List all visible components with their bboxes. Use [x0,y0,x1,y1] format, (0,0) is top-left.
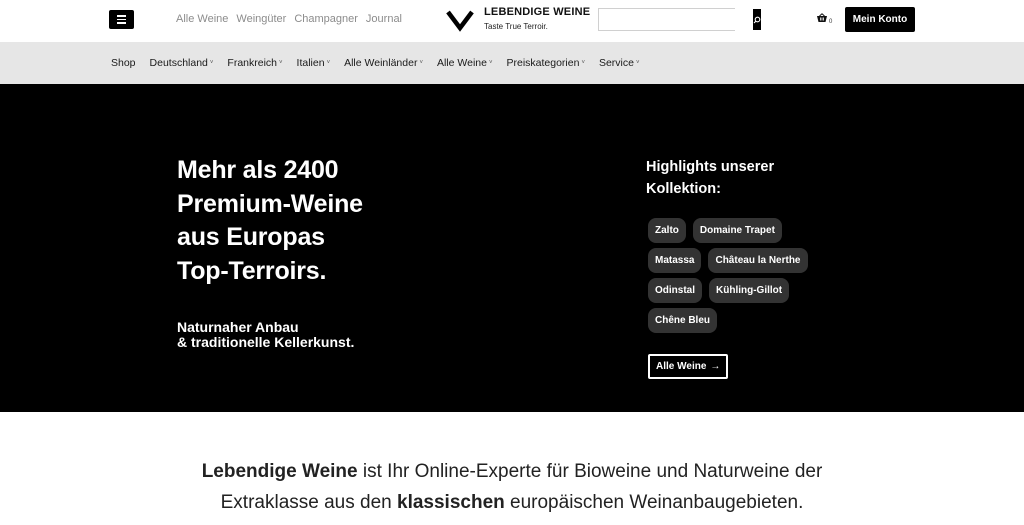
hamburger-icon-line [117,15,126,17]
chevron-down-icon: ˅ [209,60,214,66]
top-header: Alle Weine Weingüter Champagner Journal … [0,0,1024,42]
chevron-down-icon: ˅ [326,60,331,66]
chevron-down-icon: ˅ [419,60,423,66]
intro-text-part: europäischen Weinanbaugebieten. [504,492,804,513]
logo-text: LEBENDIGE WEINE Taste True Terroir. [484,5,590,31]
highlight-chip[interactable]: Château la Nerthe [708,248,808,273]
intro-line-1: Lebendige Weine ist Ihr Online-Experte f… [0,456,1024,487]
highlight-chip[interactable]: Domaine Trapet [692,218,782,243]
nav-item[interactable]: Alle Weine ˅ [437,57,493,69]
intro-text: Lebendige Weine ist Ihr Online-Experte f… [0,456,1024,518]
intro-brand: Lebendige Weine [201,461,358,482]
chip-row: Matassa Château la Nerthe [648,248,828,273]
intro-text-part: Extraklasse aus den [220,492,397,513]
hero-subtitle-line: & traditionelle Kellerkunst. [177,334,355,350]
nav-item-label: Italien [296,57,325,69]
chip-row: Chêne Bleu [648,308,828,333]
chevron-down-icon: ˅ [279,60,283,66]
highlights-heading: Highlights unserer Kollektion: [646,156,816,200]
logo-tagline: Taste True Terroir. [484,22,548,31]
account-button[interactable]: Mein Konto [845,7,915,32]
nav-item[interactable]: Shop [111,57,136,69]
chevron-down-icon: ˅ [635,60,640,66]
cart-count: 0 [829,19,833,25]
site-logo[interactable]: LEBENDIGE WEINE Taste True Terroir. [446,5,590,35]
top-link-weingueter[interactable]: Weingüter [236,13,286,25]
highlight-chip[interactable]: Odinstal [648,278,703,303]
nav-item[interactable]: Italien ˅ [297,57,331,69]
hero-subtitle: Naturnaher Anbau & traditionelle Kellerk… [177,320,437,350]
nav-item-label: Frankreich [227,57,278,69]
nav-item-label: Preiskategorien [506,57,580,69]
hero-subtitle-line: Naturnaher Anbau [177,319,299,335]
nav-item-label: Alle Weinländer [344,57,418,69]
basket-icon [817,13,827,22]
hero-title: Mehr als 2400 Premium-Weine aus Europas … [177,154,437,288]
highlights-heading-line: Kollektion: [646,181,721,197]
menu-button[interactable] [109,10,134,29]
alle-weine-button[interactable]: Alle Weine → [648,354,729,379]
highlight-chip[interactable]: Matassa [648,248,702,273]
highlight-chip[interactable]: Kühling-Gillot [709,278,790,303]
hamburger-icon-line [117,22,126,24]
search-icon [753,16,761,23]
nav-item[interactable]: Alle Weinländer ˅ [344,57,423,69]
top-link-champagner[interactable]: Champagner [294,13,358,25]
chevron-down-icon: ˅ [581,60,585,66]
top-link-alle-weine[interactable]: Alle Weine [176,13,228,25]
chip-row: Zalto Domaine Trapet [648,218,828,243]
hero-title-line: Top-Terroirs. [177,256,327,285]
alle-weine-button-label: Alle Weine [656,361,707,372]
highlight-chip[interactable]: Chêne Bleu [648,308,718,333]
search-input[interactable] [599,9,753,30]
hamburger-icon-line [117,18,126,21]
nav-item-label: Alle Weine [436,57,487,69]
nav-item-label: Deutschland [149,57,208,69]
chip-row: Odinstal Kühling-Gillot [648,278,828,303]
nav-item-label: Shop [111,57,136,69]
nav-item[interactable]: Preiskategorien ˅ [506,57,584,69]
main-nav-items: Shop Deutschland ˅ Frankreich ˅ Italien ˅ Alle … [111,42,640,84]
search-button[interactable] [753,9,761,30]
intro-text-part: ist Ihr Online-Experte für Bioweine und … [357,461,823,482]
highlight-chips: Zalto Domaine Trapet Matassa Château la Ner… [648,218,828,338]
nav-item[interactable]: Frankreich ˅ [227,57,282,69]
top-link-journal[interactable]: Journal [366,13,402,25]
intro-bold-word: klassischen [397,492,505,513]
highlights-heading-line: Highlights unserer [646,159,775,175]
hero-section: Mehr als 2400 Premium-Weine aus Europas … [0,84,1024,412]
nav-item-label: Service [598,57,634,69]
nav-item[interactable]: Service ˅ [599,57,640,69]
main-nav: Shop Deutschland ˅ Frankreich ˅ Italien ˅ Alle … [0,42,1024,84]
highlight-chip[interactable]: Zalto [648,218,686,243]
cart-button[interactable]: 0 [816,13,833,25]
nav-item[interactable]: Deutschland ˅ [150,57,214,69]
hero-title-line: Premium-Weine [177,189,363,218]
arrow-right-icon: → [710,361,721,372]
chevron-down-icon: ˅ [488,60,493,66]
top-links: Alle Weine Weingüter Champagner Journal [176,13,402,25]
search-box [598,8,761,31]
hero-title-line: Mehr als 2400 [177,156,339,184]
logo-title: LEBENDIGE WEINE [484,6,591,18]
intro-line-2: Extraklasse aus den klassischen europäis… [0,487,1024,518]
chevron-logo-icon [446,10,474,32]
hero-title-line: aus Europas [177,223,325,251]
